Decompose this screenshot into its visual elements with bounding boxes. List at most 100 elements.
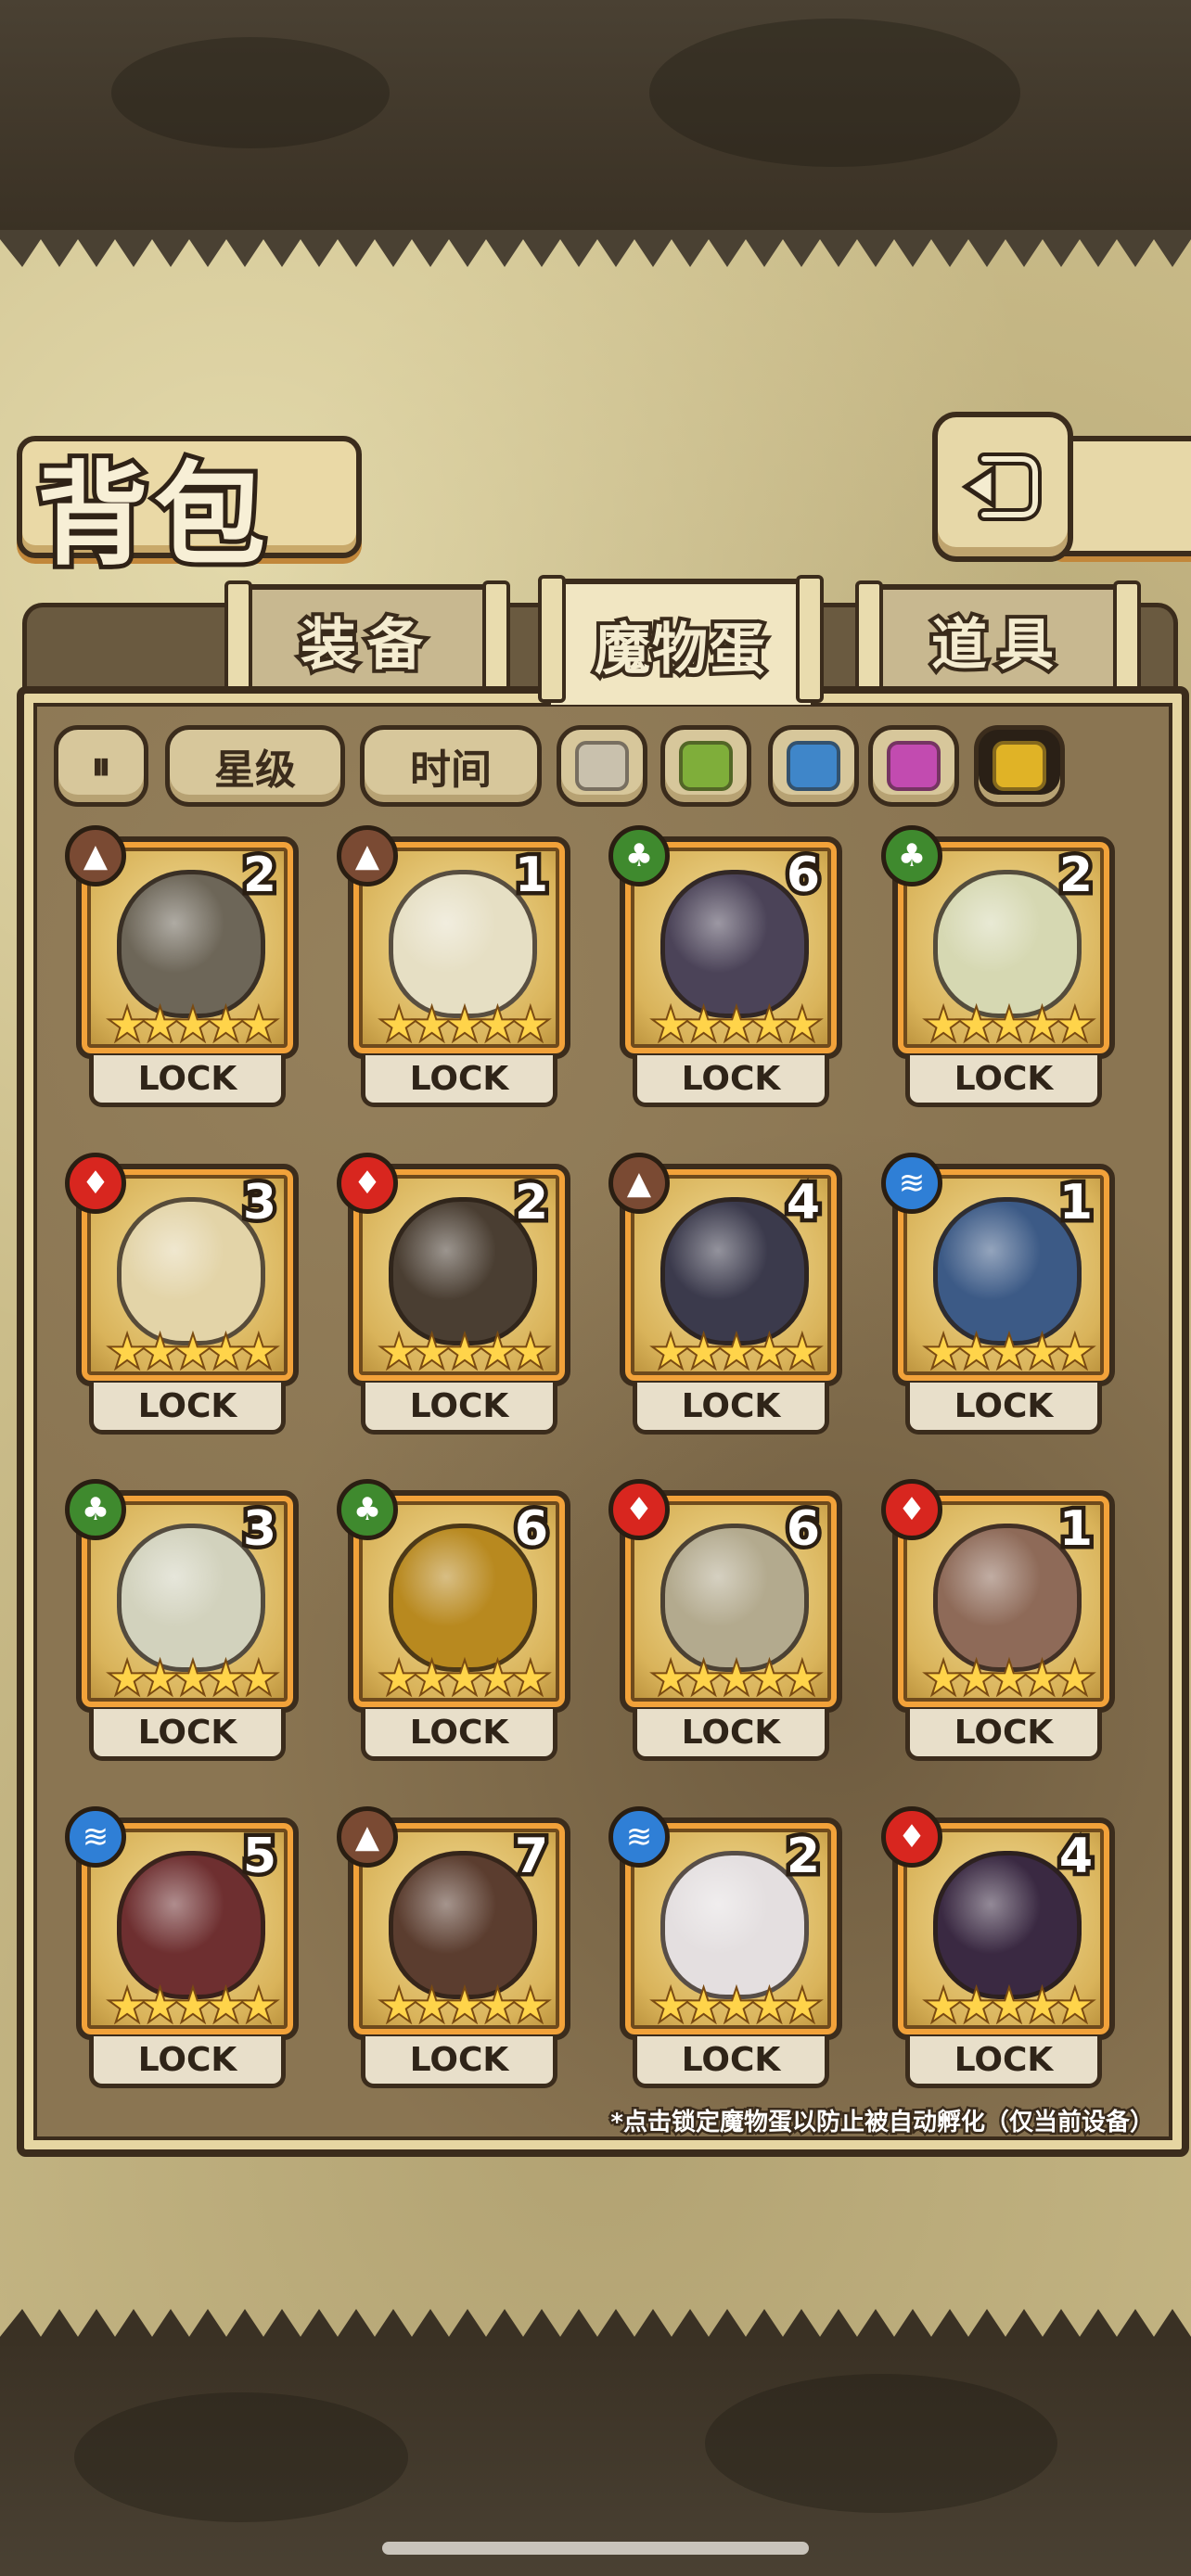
star-rating: ★★★★★	[650, 1981, 822, 2032]
color-filter-button[interactable]	[868, 725, 959, 807]
back-button[interactable]	[932, 412, 1073, 562]
star-rating: ★★★★★	[650, 1000, 822, 1051]
grass-element-icon: ♣	[65, 1479, 126, 1540]
star-rating: ★★★★★	[923, 1000, 1095, 1051]
water-element-icon: ≋	[608, 1806, 670, 1868]
water-element-icon: ≋	[881, 1153, 942, 1214]
sort-order-icon: ⏸	[91, 743, 111, 788]
lock-button[interactable]: LOCK	[361, 1383, 557, 1435]
color-filter-button[interactable]	[974, 725, 1065, 807]
tab-monster-eggs[interactable]: 魔物蛋	[538, 575, 824, 705]
tab-post	[538, 575, 566, 703]
color-filter-button[interactable]	[768, 725, 859, 807]
lock-button[interactable]: LOCK	[89, 2036, 286, 2088]
star-rating: ★★★★★	[378, 1981, 550, 2032]
lock-button[interactable]: LOCK	[361, 1055, 557, 1107]
tab-items[interactable]: 道具	[855, 580, 1141, 708]
sort-by-time-button[interactable]: 时间	[360, 725, 542, 807]
home-indicator[interactable]	[382, 2542, 809, 2555]
star-rating: ★★★★★	[107, 1653, 278, 1704]
star-rating: ★★★★★	[107, 1327, 278, 1378]
star-rating: ★★★★★	[378, 1000, 550, 1051]
tab-label: 魔物蛋	[591, 614, 769, 686]
egg-count: 4	[782, 1171, 824, 1235]
color-swatch	[679, 741, 733, 791]
lock-button[interactable]: LOCK	[905, 1055, 1102, 1107]
egg-card[interactable]: ★★★★★ 2 ▲ LOCK	[65, 825, 299, 1115]
sort-order-button[interactable]: ⏸	[54, 725, 148, 807]
lock-button[interactable]: LOCK	[89, 1383, 286, 1435]
lock-button[interactable]: LOCK	[361, 2036, 557, 2088]
tab-post	[796, 575, 824, 703]
earth-element-icon: ▲	[608, 1153, 670, 1214]
color-swatch	[575, 741, 629, 791]
egg-card[interactable]: ★★★★★ 2 ♦ LOCK	[337, 1153, 570, 1442]
egg-card[interactable]: ★★★★★ 4 ♦ LOCK	[881, 1806, 1115, 2096]
egg-card[interactable]: ★★★★★ 3 ♦ LOCK	[65, 1153, 299, 1442]
tab-equipment[interactable]: 装备	[224, 580, 510, 708]
earth-element-icon: ▲	[65, 825, 126, 886]
egg-card[interactable]: ★★★★★ 2 ≋ LOCK	[608, 1806, 842, 2096]
egg-card[interactable]: ★★★★★ 1 ♦ LOCK	[881, 1479, 1115, 1768]
color-swatch	[887, 741, 941, 791]
lock-button[interactable]: LOCK	[633, 1055, 829, 1107]
torn-edge-bottom	[0, 2309, 1191, 2346]
sort-by-star-label: 星级	[214, 746, 296, 794]
fire-element-icon: ♦	[608, 1479, 670, 1540]
egg-card[interactable]: ★★★★★ 6 ♣ LOCK	[337, 1479, 570, 1768]
tab-label: 道具	[928, 609, 1065, 682]
color-filter-button[interactable]	[557, 725, 647, 807]
lock-button[interactable]: LOCK	[633, 1383, 829, 1435]
egg-card[interactable]: ★★★★★ 2 ♣ LOCK	[881, 825, 1115, 1115]
lock-button[interactable]: LOCK	[361, 1709, 557, 1761]
tab-label: 装备	[297, 609, 434, 682]
egg-count: 1	[510, 844, 552, 908]
egg-card[interactable]: ★★★★★ 1 ▲ LOCK	[337, 825, 570, 1115]
star-rating: ★★★★★	[923, 1653, 1095, 1704]
egg-card[interactable]: ★★★★★ 4 ▲ LOCK	[608, 1153, 842, 1442]
page-title: 背包	[32, 445, 271, 585]
lock-button[interactable]: LOCK	[905, 1383, 1102, 1435]
star-rating: ★★★★★	[107, 1000, 278, 1051]
star-rating: ★★★★★	[650, 1653, 822, 1704]
egg-count: 2	[1055, 844, 1096, 908]
color-filter-button[interactable]	[660, 725, 751, 807]
lock-button[interactable]: LOCK	[633, 1709, 829, 1761]
star-rating: ★★★★★	[923, 1327, 1095, 1378]
star-rating: ★★★★★	[923, 1981, 1095, 2032]
earth-element-icon: ▲	[337, 825, 398, 886]
egg-card[interactable]: ★★★★★ 1 ≋ LOCK	[881, 1153, 1115, 1442]
egg-count: 7	[510, 1825, 552, 1889]
fire-element-icon: ♦	[337, 1153, 398, 1214]
egg-card[interactable]: ★★★★★ 5 ≋ LOCK	[65, 1806, 299, 2096]
egg-card[interactable]: ★★★★★ 6 ♦ LOCK	[608, 1479, 842, 1768]
egg-count: 1	[1055, 1171, 1096, 1235]
egg-count: 4	[1055, 1825, 1096, 1889]
water-element-icon: ≋	[65, 1806, 126, 1868]
egg-count: 3	[238, 1171, 280, 1235]
lock-button[interactable]: LOCK	[905, 2036, 1102, 2088]
lock-button[interactable]: LOCK	[905, 1709, 1102, 1761]
sort-by-time-label: 时间	[410, 746, 492, 794]
egg-card[interactable]: ★★★★★ 6 ♣ LOCK	[608, 825, 842, 1115]
lock-button[interactable]: LOCK	[89, 1055, 286, 1107]
egg-count: 6	[782, 1498, 824, 1562]
lock-button[interactable]: LOCK	[633, 2036, 829, 2088]
egg-card[interactable]: ★★★★★ 7 ▲ LOCK	[337, 1806, 570, 2096]
star-rating: ★★★★★	[378, 1653, 550, 1704]
grass-element-icon: ♣	[881, 825, 942, 886]
color-swatch	[992, 741, 1046, 791]
earth-element-icon: ▲	[337, 1806, 398, 1868]
back-arrow-icon	[961, 453, 1042, 521]
egg-count: 6	[510, 1498, 552, 1562]
egg-card[interactable]: ★★★★★ 3 ♣ LOCK	[65, 1479, 299, 1768]
egg-count: 2	[510, 1171, 552, 1235]
lock-button[interactable]: LOCK	[89, 1709, 286, 1761]
bottom-map-background	[0, 2337, 1191, 2576]
egg-count: 2	[238, 844, 280, 908]
top-map-background	[0, 0, 1191, 232]
star-rating: ★★★★★	[650, 1327, 822, 1378]
sort-by-star-button[interactable]: 星级	[165, 725, 345, 807]
color-swatch	[787, 741, 840, 791]
fire-element-icon: ♦	[65, 1153, 126, 1214]
